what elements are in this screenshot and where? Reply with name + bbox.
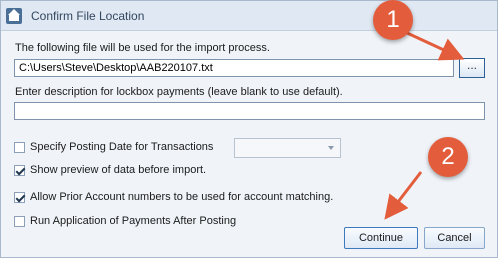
option-label: Show preview of data before import. (30, 164, 207, 176)
option-label: Specify Posting Date for Transactions (30, 141, 214, 153)
checkbox[interactable] (14, 141, 25, 153)
chevron-down-icon (328, 146, 334, 150)
browse-button[interactable]: ... (459, 58, 485, 78)
option-show-preview[interactable]: Show preview of data before import. (14, 164, 206, 176)
checkbox[interactable] (14, 164, 25, 176)
file-label: The following file will be used for the … (15, 42, 270, 54)
option-allow-prior-account[interactable]: Allow Prior Account numbers to be used f… (14, 191, 333, 203)
file-path-input[interactable] (14, 59, 454, 77)
checkbox[interactable] (14, 215, 25, 227)
option-label: Run Application of Payments After Postin… (30, 215, 237, 227)
description-label: Enter description for lockbox payments (… (15, 86, 343, 98)
description-input[interactable] (14, 102, 485, 120)
continue-button[interactable]: Continue (344, 227, 418, 249)
posting-date-select[interactable] (234, 138, 341, 158)
annotation-marker-1: 1 (373, 0, 413, 40)
option-label: Allow Prior Account numbers to be used f… (30, 191, 334, 203)
window-title: Confirm File Location (31, 8, 145, 23)
option-run-application[interactable]: Run Application of Payments After Postin… (14, 215, 236, 227)
option-specify-posting-date[interactable]: Specify Posting Date for Transactions (14, 141, 213, 153)
annotation-marker-2: 2 (428, 137, 468, 177)
cancel-button[interactable]: Cancel (424, 227, 485, 249)
confirm-file-location-dialog: Confirm File Location The following file… (0, 0, 498, 258)
checkbox[interactable] (14, 191, 25, 203)
home-icon (6, 7, 22, 24)
title-bar: Confirm File Location (1, 1, 497, 31)
